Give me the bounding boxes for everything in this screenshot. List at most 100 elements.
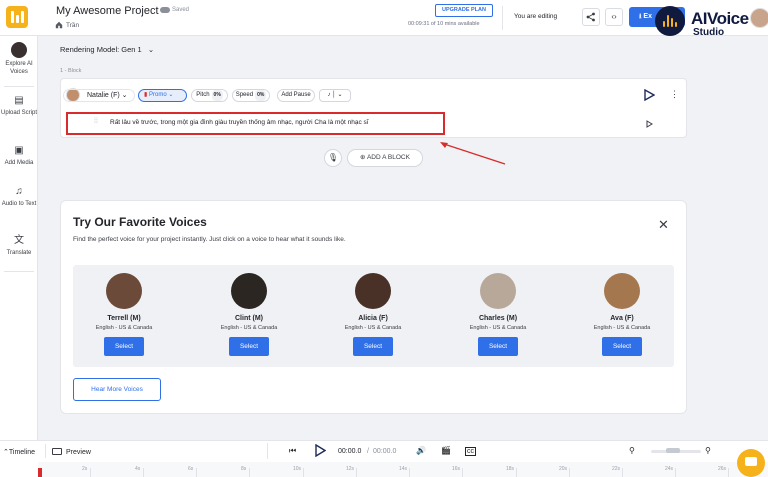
brand-name: AIVoice	[691, 9, 749, 28]
select-voice-button[interactable]: Select	[353, 337, 393, 356]
voice-photo	[231, 273, 267, 309]
voice-card-name: Alicia (F)	[358, 315, 388, 322]
divider	[45, 444, 46, 458]
user-avatar[interactable]	[750, 8, 768, 28]
voice-card-name: Ava (F)	[610, 315, 634, 322]
divider	[4, 271, 34, 272]
sidebar-item-explore-voices[interactable]: Explore AI Voices	[0, 42, 38, 76]
ruler-tick	[249, 468, 250, 477]
breadcrumb[interactable]: Trần	[66, 22, 79, 29]
project-title[interactable]: My Awesome Project	[56, 5, 159, 17]
add-pause-button[interactable]: Add Pause	[277, 89, 315, 102]
playhead[interactable]	[38, 468, 42, 477]
voice-card[interactable]: Terrell (M) English - US & Canada Select	[69, 273, 179, 356]
ruler-tick	[143, 468, 144, 477]
translate-icon: 文	[14, 235, 24, 246]
select-voice-button[interactable]: Select	[478, 337, 518, 356]
plus-icon: ⊕	[360, 154, 366, 161]
hear-more-voices-button[interactable]: Hear More Voices	[73, 378, 161, 401]
audio-text-icon: ♫	[15, 186, 23, 197]
media-icon: ▣	[14, 145, 24, 156]
timeline-toggle[interactable]: ⌃Timeline	[3, 448, 35, 456]
skip-back-icon[interactable]: ⏮	[289, 446, 296, 456]
ruler-tick-label: 26s	[718, 466, 727, 472]
ruler-tick-label: 24s	[665, 466, 674, 472]
voice-card-name: Clint (M)	[235, 315, 263, 322]
upgrade-plan-button[interactable]: UPGRADE PLAN	[435, 4, 493, 17]
ruler-tick	[90, 468, 91, 477]
voice-photo	[355, 273, 391, 309]
play-paragraph-icon[interactable]	[646, 120, 653, 128]
time-separator: /	[367, 448, 369, 455]
ruler-tick-label: 18s	[506, 466, 515, 472]
panel-title: Try Our Favorite Voices	[73, 215, 207, 229]
voice-card[interactable]: Alicia (F) English - US & Canada Select	[318, 273, 428, 356]
sidebar-item-label: Explore AI Voices	[5, 61, 33, 75]
play-icon[interactable]	[314, 444, 326, 457]
select-voice-button[interactable]: Select	[229, 337, 269, 356]
ruler-tick	[675, 468, 676, 477]
ruler-tick	[409, 468, 410, 477]
panel-description: Find the perfect voice for your project …	[73, 236, 346, 243]
ruler-tick-label: 22s	[612, 466, 621, 472]
add-block-button[interactable]: ⊕ ADD A BLOCK	[347, 149, 423, 167]
ruler-tick	[303, 468, 304, 477]
sidebar-item-audio-to-text[interactable]: ♫ Audio to Text	[0, 186, 38, 208]
divider	[267, 443, 268, 459]
editing-status: You are editing	[514, 13, 558, 20]
voice-name: Natalie (F) ⌄	[87, 92, 128, 99]
rendering-model-dropdown[interactable]: Rendering Model: Gen 1 ⌄	[60, 45, 154, 54]
zoom-slider-thumb[interactable]	[666, 448, 680, 453]
ruler-tick	[356, 468, 357, 477]
preview-button[interactable]: Preview	[52, 448, 91, 456]
close-icon[interactable]: ✕	[658, 217, 669, 233]
voice-card-name: Charles (M)	[478, 315, 518, 322]
select-voice-button[interactable]: Select	[104, 337, 144, 356]
voice-card-name: Terrell (M)	[107, 315, 141, 322]
voice-card-language: English - US & Canada	[220, 325, 278, 331]
voice-card[interactable]: Charles (M) English - US & Canada Select	[443, 273, 553, 356]
style-selector[interactable]: ▮ Promo ⌄	[138, 89, 187, 102]
voice-card-language: English - US & Canada	[344, 325, 402, 331]
music-note-icon: ♪	[327, 92, 331, 98]
voice-card[interactable]: Clint (M) English - US & Canada Select	[194, 273, 304, 356]
sidebar-item-upload-script[interactable]: ▤ Upload Script	[0, 95, 38, 117]
speed-control[interactable]: Speed 0%	[232, 89, 270, 102]
clapperboard-icon[interactable]: 🎬	[441, 446, 451, 455]
ruler-tick-label: 6s	[188, 466, 194, 472]
play-block-icon[interactable]	[643, 89, 655, 101]
voice-card[interactable]: Ava (F) English - US & Canada Select	[567, 273, 677, 356]
ruler-tick-label: 20s	[559, 466, 568, 472]
effects-dropdown[interactable]: ♪ │ ⌄	[319, 89, 351, 102]
ruler-tick-label: 4s	[135, 466, 141, 472]
volume-icon[interactable]: 🔊	[416, 446, 426, 455]
share-icon[interactable]	[582, 8, 600, 26]
block-script-text[interactable]: Rất lâu về trước, trong một gia đình già…	[110, 119, 369, 126]
voice-photo	[106, 273, 142, 309]
more-options-icon[interactable]: ⋮	[670, 89, 679, 100]
preview-icon	[52, 448, 62, 455]
chat-support-icon[interactable]	[737, 449, 765, 477]
ruler-tick	[516, 468, 517, 477]
ruler-tick-label: 2s	[82, 466, 88, 472]
microphone-icon[interactable]: 🎙	[324, 149, 342, 167]
current-time: 00:00.0	[338, 448, 362, 455]
home-icon[interactable]	[55, 21, 63, 29]
cloud-icon	[160, 7, 170, 13]
sidebar-item-label: Upload Script	[0, 110, 38, 116]
voice-card-language: English - US & Canada	[469, 325, 527, 331]
drag-handle-icon[interactable]: ⁞⁞	[94, 118, 100, 127]
captions-icon[interactable]: cc	[465, 447, 476, 456]
sidebar-item-translate[interactable]: 文 Translate	[0, 235, 38, 257]
ruler-tick	[728, 468, 729, 477]
sidebar-item-add-media[interactable]: ▣ Add Media	[0, 145, 38, 167]
sidebar-item-label: Audio to Text	[1, 201, 37, 207]
embed-code-icon[interactable]: ‹›	[605, 8, 623, 26]
chevron-down-icon: ⌄	[337, 92, 343, 98]
sidebar-item-label: Add Media	[4, 160, 34, 166]
zoom-out-icon[interactable]: ⚲	[629, 446, 635, 455]
pitch-control[interactable]: Pitch 0%	[191, 89, 228, 102]
zoom-in-icon[interactable]: ⚲	[705, 446, 711, 455]
select-voice-button[interactable]: Select	[602, 337, 642, 356]
app-logo[interactable]	[6, 6, 28, 28]
